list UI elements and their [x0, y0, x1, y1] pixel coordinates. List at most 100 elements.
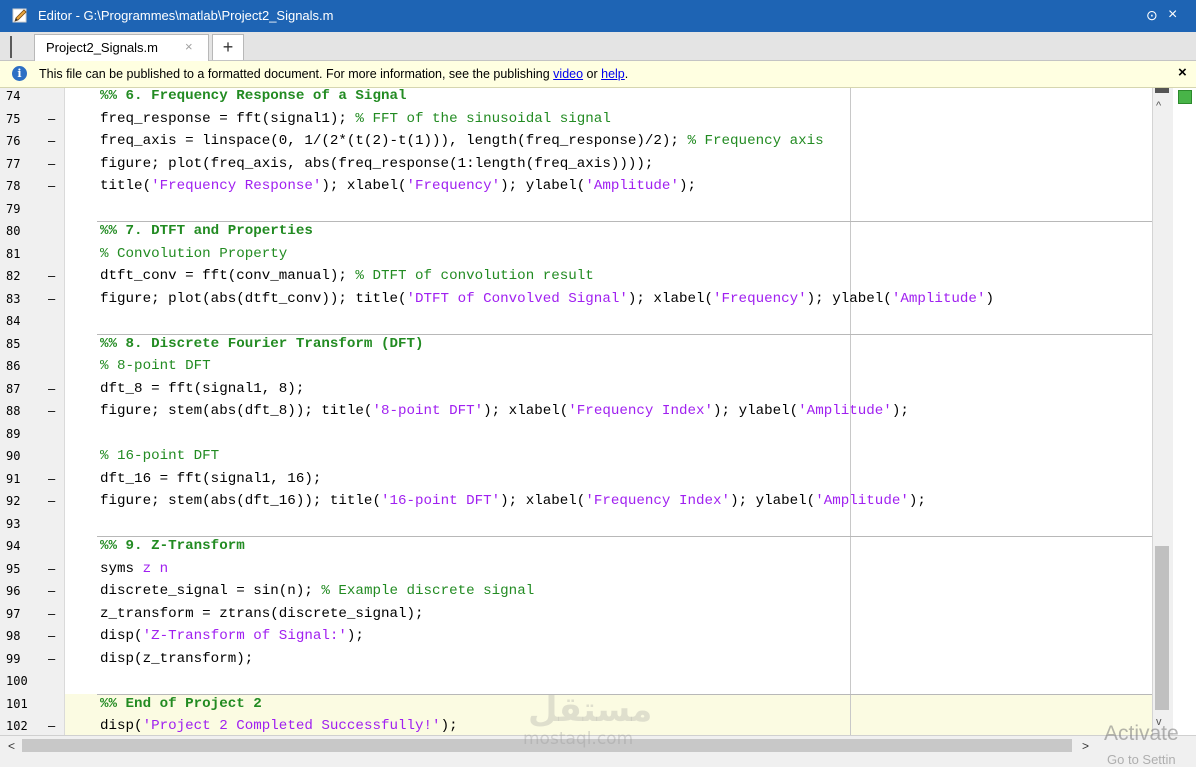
code-token: ); [346, 628, 364, 644]
breakpoint-marker[interactable]: — [48, 719, 55, 733]
scroll-left-icon[interactable]: < [8, 739, 15, 753]
code-token: %% 9. Z-Transform [100, 538, 245, 554]
code-line[interactable]: 98 — disp('Z-Transform of Signal:'); [0, 625, 1152, 648]
vertical-scrollbar[interactable]: ^ v [1152, 88, 1173, 735]
code-line[interactable]: 88 — figure; stem(abs(dft_8)); title('8-po… [0, 400, 1152, 423]
code-token: % 16-point DFT [100, 448, 220, 464]
watermark-logo: مستقل [528, 690, 653, 730]
code-line[interactable]: 93 [0, 513, 1152, 536]
code-token: ); xlabel( [483, 403, 569, 419]
code-text: syms z n [100, 561, 168, 577]
info-text-after: . [624, 67, 629, 81]
code-text: figure; plot(abs(dtft_conv)); title('DTF… [100, 291, 994, 307]
line-number: 83 [6, 291, 21, 306]
code-line[interactable]: 83 — figure; plot(abs(dtft_conv)); title('… [0, 288, 1152, 311]
code-line[interactable]: 80 %% 7. DTFT and Properties [0, 220, 1152, 243]
code-text: % Convolution Property [100, 246, 287, 262]
code-token: ); ylabel( [500, 178, 586, 194]
code-token: 'Amplitude' [891, 290, 986, 307]
code-token: disp( [100, 718, 143, 734]
code-analyzer-ok-icon[interactable] [1178, 90, 1192, 104]
breakpoint-marker[interactable]: — [48, 652, 55, 666]
help-link[interactable]: help [601, 67, 625, 81]
window-close-icon[interactable]: × [1168, 6, 1177, 24]
code-token: 'Frequency' [713, 290, 807, 307]
tab-bar: Project2_Signals.m × + [0, 32, 1196, 61]
code-line[interactable]: 85 %% 8. Discrete Fourier Transform (DFT) [0, 333, 1152, 356]
window-options-icon[interactable]: ⊙ [1146, 6, 1158, 24]
code-token: 'Frequency' [406, 178, 501, 194]
line-number: 74 [6, 89, 21, 103]
code-line[interactable]: 97 — z_transform = ztrans(discrete_signal)… [0, 603, 1152, 626]
publish-info-message: This file can be published to a formatte… [39, 67, 628, 81]
breakpoint-marker[interactable]: — [48, 472, 55, 486]
tab-label: Project2_Signals.m [46, 40, 158, 55]
code-text: discrete_signal = sin(n); % Example disc… [100, 583, 534, 599]
breakpoint-marker[interactable]: — [48, 157, 55, 171]
breakpoint-marker[interactable]: — [48, 292, 55, 306]
code-token: 'Frequency Response' [151, 178, 322, 194]
code-token: '8-point DFT' [372, 403, 484, 419]
code-line[interactable]: 84 [0, 310, 1152, 333]
code-token: ); [440, 718, 458, 734]
line-number: 79 [6, 201, 21, 216]
line-number: 90 [6, 449, 21, 463]
code-line[interactable]: 78— title('Frequency Response'); xlabel('… [0, 175, 1152, 198]
code-token: figure; stem(abs(dft_16)); title( [100, 493, 381, 509]
code-token: %% End of Project 2 [100, 695, 262, 712]
breakpoint-marker[interactable]: — [48, 179, 55, 193]
breakpoint-marker[interactable]: — [48, 494, 55, 508]
code-token: dft_16 = fft(signal1, 16); [100, 470, 322, 487]
code-line[interactable]: 90 % 16-point DFT [0, 445, 1152, 468]
breakpoint-marker[interactable]: — [48, 269, 55, 283]
breakpoint-marker[interactable]: — [48, 382, 55, 396]
code-editor[interactable]: 74 %% 6. Frequency Response of a Signal 75… [0, 88, 1152, 735]
scroll-up-icon[interactable]: ^ [1156, 100, 1161, 112]
scroll-right-icon[interactable]: > [1082, 739, 1089, 753]
tab-close-icon[interactable]: × [185, 39, 193, 54]
code-text: disp('Z-Transform of Signal:'); [100, 628, 364, 644]
infobar-close-icon[interactable]: × [1178, 64, 1187, 81]
code-line[interactable]: 96 — discrete_signal = sin(n); % Example d… [0, 580, 1152, 603]
code-token: disp( [100, 628, 143, 644]
code-line[interactable]: 89 [0, 423, 1152, 446]
code-line[interactable]: 79 [0, 198, 1152, 221]
cell-divider [97, 333, 1152, 335]
vertical-scroll-thumb[interactable] [1155, 546, 1169, 710]
code-line[interactable]: 95 — syms z n [0, 558, 1152, 581]
breakpoint-marker[interactable]: — [48, 112, 55, 126]
code-line[interactable]: 77 — figure; plot(freq_axis, abs(freq_resp… [0, 153, 1152, 176]
new-tab-button[interactable]: + [212, 34, 244, 60]
code-line[interactable]: 76 — freq_axis = linspace(0, 1/(2*(t(2)-t(… [0, 130, 1152, 153]
code-token: 'Project 2 Completed Successfully!' [142, 718, 441, 734]
breakpoint-marker[interactable]: — [48, 404, 55, 418]
line-number: 82 [6, 269, 21, 283]
line-number: 86 [6, 359, 21, 373]
code-line[interactable]: 81 % Convolution Property [0, 243, 1152, 266]
code-line[interactable]: 87 — dft_8 = fft(signal1, 8); [0, 378, 1152, 401]
code-line[interactable]: 86 % 8-point DFT [0, 355, 1152, 378]
breakpoint-marker[interactable]: — [48, 584, 55, 598]
code-token: 'Frequency Index' [568, 403, 714, 419]
video-link[interactable]: video [553, 67, 583, 81]
line-number: 91 [6, 471, 21, 486]
tab-project2-signals[interactable]: Project2_Signals.m × [34, 34, 209, 61]
code-line[interactable]: 74 %% 6. Frequency Response of a Signal [0, 88, 1152, 108]
code-line[interactable]: 92 — figure; stem(abs(dft_16)); title('16-… [0, 490, 1152, 513]
line-number: 92 [6, 494, 21, 508]
breakpoint-marker[interactable]: — [48, 134, 55, 148]
code-line[interactable]: 91 — dft_16 = fft(signal1, 16); [0, 468, 1152, 491]
line-number: 95 [6, 561, 21, 576]
code-analyzer-strip [1173, 88, 1196, 735]
breakpoint-marker[interactable]: — [48, 607, 55, 621]
windows-activation-subtitle: Go to Settin [1107, 752, 1176, 767]
breakpoint-marker[interactable]: — [48, 629, 55, 643]
code-line[interactable]: 99 — disp(z_transform); [0, 648, 1152, 671]
breakpoint-marker[interactable]: — [48, 562, 55, 576]
code-token: title( [100, 178, 152, 194]
code-line[interactable]: 82 — dtft_conv = fft(conv_manual); % DTFT … [0, 265, 1152, 288]
line-number: 75 [6, 111, 21, 126]
code-line[interactable]: 75 — freq_response = fft(signal1); % FFT o… [0, 108, 1152, 131]
code-line[interactable]: 94 %% 9. Z-Transform [0, 535, 1152, 558]
code-text: dft_16 = fft(signal1, 16); [100, 471, 321, 487]
